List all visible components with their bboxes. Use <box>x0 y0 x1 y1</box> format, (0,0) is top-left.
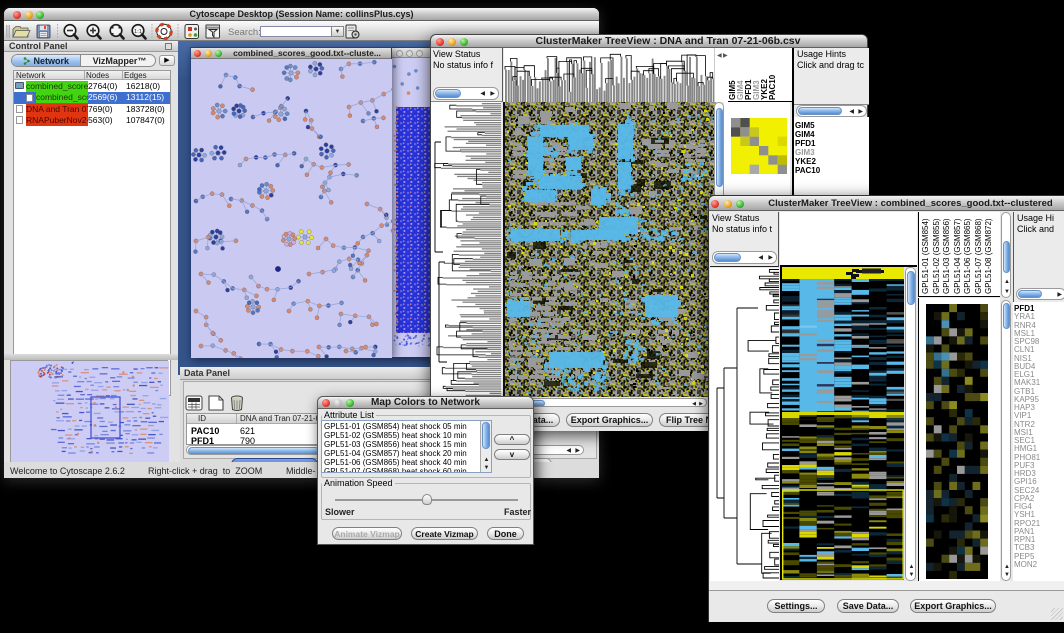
svg-text:1:1: 1:1 <box>134 29 142 35</box>
